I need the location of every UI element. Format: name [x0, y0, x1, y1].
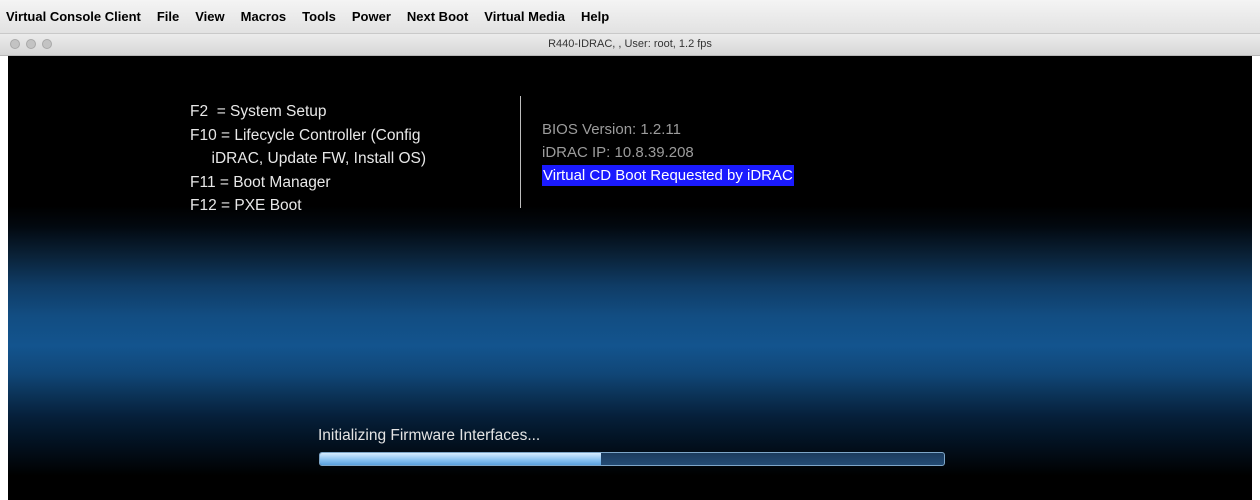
menu-help[interactable]: Help — [573, 9, 617, 24]
menu-next-boot[interactable]: Next Boot — [399, 9, 476, 24]
idrac-ip: iDRAC IP: 10.8.39.208 — [542, 144, 694, 161]
menu-virtual-media[interactable]: Virtual Media — [476, 9, 573, 24]
menu-view[interactable]: View — [187, 9, 232, 24]
hotkey-f10-continued: iDRAC, Update FW, Install OS) — [190, 150, 427, 167]
boot-hotkey-list: F2 = System Setup F10 = Lifecycle Contro… — [190, 100, 426, 218]
hotkey-f12: F12 = PXE Boot — [190, 197, 302, 214]
system-info: BIOS Version: 1.2.11 iDRAC IP: 10.8.39.2… — [542, 118, 794, 187]
progress-fill — [320, 453, 601, 465]
hotkey-f11: F11 = Boot Manager — [190, 173, 331, 191]
firmware-progress-bar — [319, 452, 945, 466]
boot-notice: Virtual CD Boot Requested by iDRAC — [542, 165, 794, 186]
info-divider — [520, 96, 521, 208]
menu-power[interactable]: Power — [344, 9, 399, 24]
menu-bar: Virtual Console Client File View Macros … — [0, 0, 1260, 34]
hotkey-f10: F10 = Lifecycle Controller (Config — [190, 126, 421, 144]
menu-macros[interactable]: Macros — [233, 9, 295, 24]
hotkey-f2: F2 = System Setup — [190, 103, 327, 120]
window-title: R440-IDRAC, , User: root, 1.2 fps — [548, 38, 712, 50]
progress-label: Initializing Firmware Interfaces... — [318, 427, 541, 444]
window-title-bar[interactable]: R440-IDRAC, , User: root, 1.2 fps — [0, 34, 1260, 56]
menu-file[interactable]: File — [149, 9, 187, 24]
app-name-menu[interactable]: Virtual Console Client — [0, 9, 149, 24]
console-screen[interactable]: F2 = System Setup F10 = Lifecycle Contro… — [8, 56, 1252, 500]
bios-version: BIOS Version: 1.2.11 — [542, 121, 681, 138]
menu-tools[interactable]: Tools — [294, 9, 344, 24]
